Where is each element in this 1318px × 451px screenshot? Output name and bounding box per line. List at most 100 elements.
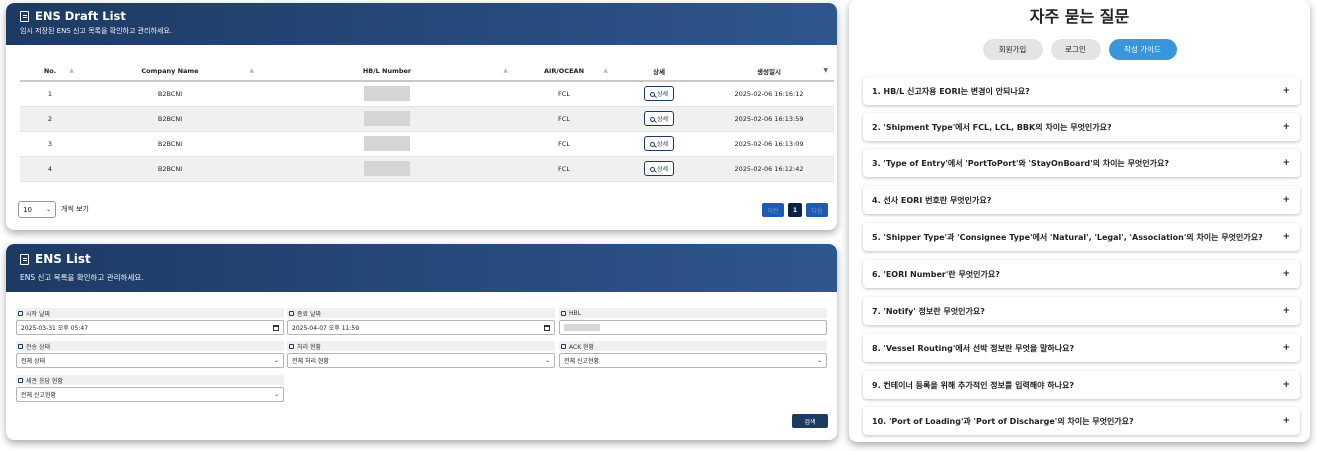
hbl-redacted bbox=[364, 86, 410, 102]
cell-created: 2025-02-06 16:16:12 bbox=[704, 81, 834, 107]
page-size-select[interactable]: 10 ⌄ bbox=[18, 201, 56, 218]
start-date-field: 시작 날짜 2025-03-31 오후 05:47 bbox=[16, 308, 284, 335]
detail-button[interactable]: 상세 bbox=[643, 111, 675, 126]
tab-signup[interactable]: 회원가입 bbox=[982, 39, 1043, 60]
status-icon bbox=[18, 343, 23, 349]
cell-hbl bbox=[260, 106, 514, 132]
chevron-down-icon: ⌄ bbox=[816, 357, 822, 364]
cell-created: 2025-02-06 16:12:42 bbox=[704, 156, 834, 182]
hbl-label: HBL bbox=[569, 309, 581, 317]
hbl-input[interactable] bbox=[559, 320, 827, 335]
cell-company: B2BCNI bbox=[80, 106, 260, 132]
col-company[interactable]: Company Name ▲ bbox=[80, 61, 260, 82]
table-header-row: No. ▲ Company Name ▲ HB/L Number ▲ AIR/OCEA… bbox=[20, 61, 834, 82]
search-icon bbox=[649, 167, 655, 172]
cell-mode: FCL bbox=[514, 131, 614, 157]
table-row: 2 B2BCNI FCL 상세 2025-02-06 16:13:59 bbox=[20, 106, 834, 132]
document-icon bbox=[20, 10, 29, 22]
send-status-select[interactable]: 전체 상태 ⌄ bbox=[16, 353, 284, 368]
cell-company: B2BCNI bbox=[80, 131, 260, 157]
plus-icon: + bbox=[1282, 306, 1290, 316]
cell-mode: FCL bbox=[514, 106, 614, 132]
faq-item-1[interactable]: 1. HB/L 신고자용 EORI는 변경이 안되나요? + bbox=[863, 77, 1300, 105]
sort-icon: ▲ bbox=[69, 67, 74, 74]
detail-button[interactable]: 상세 bbox=[643, 86, 675, 102]
hbl-redacted bbox=[364, 161, 410, 176]
table-row: 3 B2BCNI FCL 상세 2025-02-06 16:13:09 bbox=[20, 131, 834, 157]
start-date-input[interactable]: 2025-03-31 오후 05:47 bbox=[16, 320, 284, 335]
faq-item-10[interactable]: 10. 'Port of Loading'과 'Port of Discharg… bbox=[863, 407, 1300, 435]
col-hbl[interactable]: HB/L Number ▲ bbox=[260, 61, 514, 82]
plus-icon: + bbox=[1282, 122, 1290, 132]
cell-no: 1 bbox=[20, 81, 80, 107]
search-icon bbox=[649, 92, 655, 98]
plus-icon: + bbox=[1282, 158, 1290, 168]
start-date-label: 시작 날짜 bbox=[26, 310, 50, 318]
cell-mode: FCL bbox=[514, 81, 614, 107]
process-status-label: 처리 현황 bbox=[297, 343, 321, 351]
draft-title: ENS Draft List bbox=[35, 9, 126, 23]
hbl-redacted bbox=[364, 136, 410, 151]
faq-item-4[interactable]: 4. 선사 EORI 번호란 무엇인가요? + bbox=[863, 186, 1300, 214]
ens-title: ENS List bbox=[35, 252, 91, 266]
faq-item-9[interactable]: 9. 컨테이너 등록을 위해 추가적인 정보를 입력해야 하나요? + bbox=[863, 371, 1300, 399]
status-icon bbox=[289, 343, 294, 349]
cell-mode: FCL bbox=[514, 156, 614, 182]
faq-item-7[interactable]: 7. 'Notify' 정보란 무엇인가요? + bbox=[863, 297, 1300, 325]
calendar-icon[interactable] bbox=[273, 324, 279, 331]
ack-status-select[interactable]: 전체 신고현황 ⌄ bbox=[559, 353, 827, 368]
ens-header: ENS List ENS 신고 목록을 확인하고 관리하세요. bbox=[6, 244, 837, 292]
detail-button[interactable]: 상세 bbox=[643, 136, 675, 151]
faq-item-3[interactable]: 3. 'Type of Entry'에서 'PortToPort'와 'Stay… bbox=[863, 149, 1300, 177]
plus-icon: + bbox=[1282, 380, 1290, 390]
hbl-field: HBL bbox=[559, 308, 827, 335]
detail-button[interactable]: 상세 bbox=[643, 161, 675, 176]
chevron-down-icon: ⌄ bbox=[273, 391, 279, 398]
end-date-input[interactable]: 2025-04-07 오후 11:59 bbox=[287, 320, 555, 335]
tab-login[interactable]: 로그인 bbox=[1050, 39, 1101, 60]
col-no[interactable]: No. ▲ bbox=[20, 61, 80, 82]
next-page-button[interactable]: 다음 bbox=[806, 203, 828, 217]
draft-header: ENS Draft List 임시 저장된 ENS 신고 목록을 확인하고 관리… bbox=[6, 3, 837, 45]
draft-table: No. ▲ Company Name ▲ HB/L Number ▲ AIR/OCEA… bbox=[20, 61, 834, 182]
ack-status-field: ACK 현황 전체 신고현황 ⌄ bbox=[559, 341, 827, 368]
send-status-field: 전송 상태 전체 상태 ⌄ bbox=[16, 341, 284, 368]
cell-hbl bbox=[260, 81, 514, 107]
current-page-button[interactable]: 1 bbox=[788, 203, 802, 217]
faq-item-8[interactable]: 8. 'Vessel Routing'에서 선박 정보란 무엇을 말하나요? + bbox=[863, 334, 1300, 362]
cell-hbl bbox=[260, 156, 514, 182]
send-status-label: 전송 상태 bbox=[26, 343, 50, 351]
plus-icon: + bbox=[1282, 416, 1290, 426]
cell-no: 3 bbox=[20, 131, 80, 157]
ens-list-card: ENS List ENS 신고 목록을 확인하고 관리하세요. 시작 날짜 20… bbox=[6, 244, 837, 440]
search-icon bbox=[649, 117, 655, 122]
tab-writing-guide[interactable]: 작성 가이드 bbox=[1108, 39, 1177, 60]
status-icon bbox=[561, 343, 566, 349]
sort-icon: ▲ bbox=[249, 67, 254, 74]
faq-item-2[interactable]: 2. 'Shipment Type'에서 FCL, LCL, BBK의 차이는 … bbox=[863, 113, 1300, 141]
cell-hbl bbox=[260, 131, 514, 157]
plus-icon: + bbox=[1282, 343, 1290, 353]
chevron-down-icon: ⌄ bbox=[273, 357, 279, 364]
calendar-icon bbox=[289, 310, 294, 316]
col-created[interactable]: 생성일시 ▼ bbox=[704, 61, 834, 82]
ens-draft-list-card: ENS Draft List 임시 저장된 ENS 신고 목록을 확인하고 관리… bbox=[6, 3, 837, 230]
search-icon bbox=[649, 142, 655, 147]
faq-card: 자주 묻는 질문 회원가입 로그인 작성 가이드 1. HB/L 신고자용 EO… bbox=[849, 0, 1310, 442]
cell-company: B2BCNI bbox=[80, 156, 260, 182]
ack-status-label: ACK 현황 bbox=[569, 343, 595, 351]
cell-created: 2025-02-06 16:13:09 bbox=[704, 131, 834, 157]
prev-page-button[interactable]: 이전 bbox=[762, 203, 784, 217]
faq-item-6[interactable]: 6. 'EORI Number'란 무엇인가요? + bbox=[863, 260, 1300, 288]
col-mode[interactable]: AIR/OCEAN ▲ bbox=[514, 61, 614, 82]
end-date-field: 종료 날짜 2025-04-07 오후 11:59 bbox=[287, 308, 555, 335]
faq-item-5[interactable]: 5. 'Shipper Type'과 'Consignee Type'에서 'N… bbox=[863, 223, 1300, 251]
process-status-select[interactable]: 전체 처리 현황 ⌄ bbox=[287, 353, 555, 368]
customs-status-select[interactable]: 전체 신고현황 ⌄ bbox=[16, 387, 284, 402]
chevron-down-icon: ⌄ bbox=[544, 357, 550, 364]
cell-company: B2BCNI bbox=[80, 81, 260, 107]
plus-icon: + bbox=[1282, 86, 1290, 96]
search-button[interactable]: 검색 bbox=[792, 414, 828, 428]
plus-icon: + bbox=[1282, 269, 1290, 279]
calendar-icon[interactable] bbox=[544, 324, 550, 331]
